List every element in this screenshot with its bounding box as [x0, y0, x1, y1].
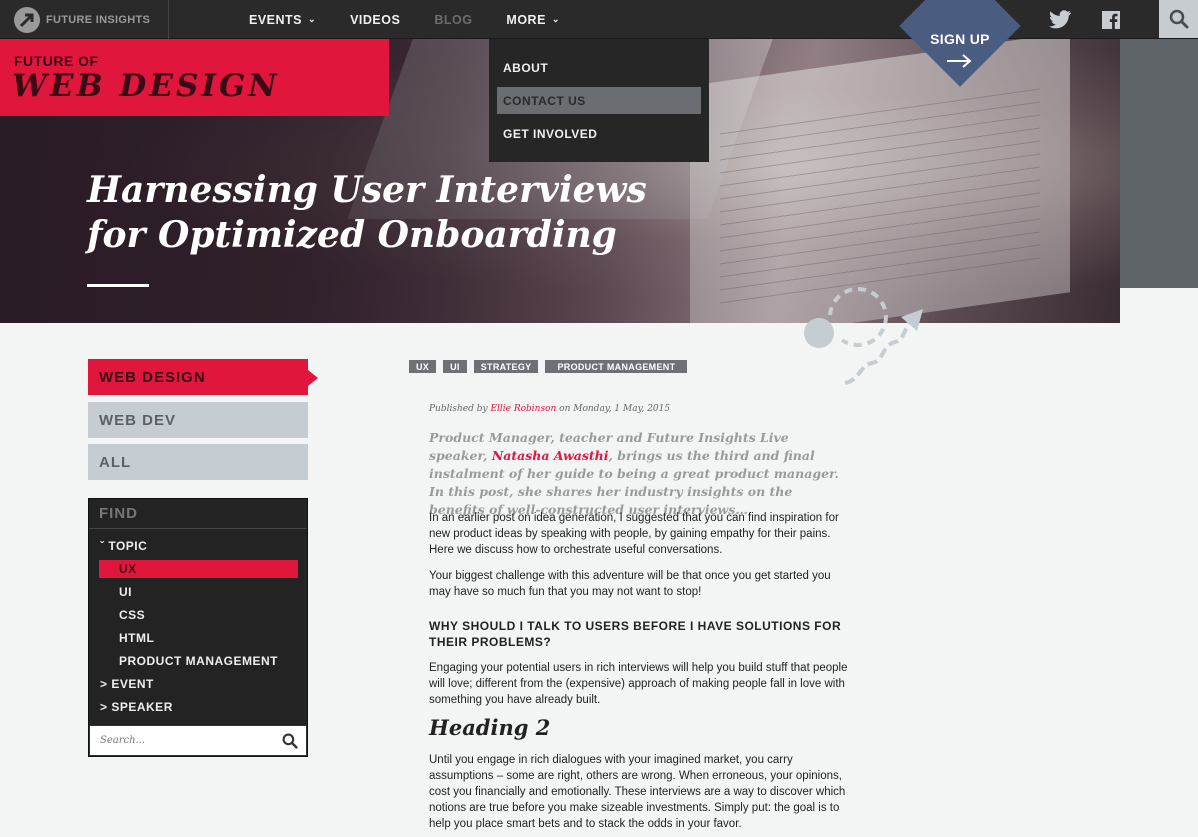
- article-heading-2: Heading 2: [429, 715, 551, 740]
- find-title: FIND: [89, 499, 307, 529]
- meta-prefix: Published by: [429, 404, 491, 414]
- filter-topic-ux[interactable]: UX: [99, 560, 298, 578]
- signup-label[interactable]: SIGN UP: [920, 31, 1000, 47]
- search-icon[interactable]: [1159, 0, 1198, 38]
- section-badge[interactable]: FUTURE OF WEB DESIGN: [0, 39, 389, 116]
- page-title-line-2: for Optimized Onboarding: [87, 214, 617, 256]
- main-nav: EVENTS ⌄ VIDEOS BLOG MORE ⌄: [249, 0, 594, 39]
- nav-blog[interactable]: BLOG: [434, 13, 472, 27]
- nav-blog-label: BLOG: [434, 12, 473, 27]
- article-paragraph: Your biggest challenge with this adventu…: [429, 570, 831, 598]
- title-underline: [87, 284, 149, 287]
- find-panel: FIND ˇ TOPIC UX UI CSS HTML PRODUCT MANA…: [88, 498, 308, 757]
- tag-strategy[interactable]: STRATEGY: [473, 360, 539, 373]
- filter-topic-ui[interactable]: UI: [89, 583, 307, 601]
- find-search-box: [89, 725, 307, 756]
- article-paragraph: Engaging your potential users in rich in…: [429, 662, 848, 706]
- chevron-down-icon: ⌄: [308, 14, 317, 24]
- nav-events-label: EVENTS: [249, 12, 303, 27]
- menu-item-about[interactable]: ABOUT: [497, 54, 701, 81]
- category-web-design[interactable]: WEB DESIGN: [88, 359, 308, 395]
- page-title: Harnessing User Interviews for Optimized…: [87, 168, 647, 258]
- badge-main-text: WEB DESIGN: [12, 68, 280, 104]
- nav-more[interactable]: MORE ⌄: [506, 13, 560, 27]
- category-all[interactable]: ALL: [88, 444, 308, 480]
- filter-topic-product-management[interactable]: PRODUCT MANAGEMENT: [89, 652, 307, 670]
- category-web-dev[interactable]: WEB DEV: [88, 402, 308, 438]
- logo-mark-icon: [14, 6, 40, 33]
- author-link[interactable]: Ellie Robinson: [490, 404, 556, 414]
- top-navigation-bar: FUTURE INSIGHTS EVENTS ⌄ VIDEOS BLOG MOR…: [0, 0, 1198, 39]
- filter-group-topic[interactable]: ˇ TOPIC: [89, 537, 307, 555]
- filter-topic-css[interactable]: CSS: [89, 606, 307, 624]
- facebook-icon[interactable]: [1099, 9, 1123, 31]
- filter-group-speaker[interactable]: > SPEAKER: [89, 698, 307, 716]
- badge-top-text: FUTURE OF: [14, 53, 99, 69]
- article-subheading: WHY SHOULD I TALK TO USERS BEFORE I HAVE…: [429, 619, 842, 649]
- nav-events[interactable]: EVENTS ⌄: [249, 13, 316, 27]
- chevron-down-icon: ⌄: [551, 14, 560, 24]
- article-meta: Published by Ellie Robinson on Monday, 1…: [429, 404, 670, 414]
- logo-text: FUTURE INSIGHTS: [46, 13, 151, 26]
- find-filter-list: ˇ TOPIC UX UI CSS HTML PRODUCT MANAGEMEN…: [89, 529, 307, 716]
- article-intro: Product Manager, teacher and Future Insi…: [429, 429, 849, 519]
- article-paragraph: Until you engage in rich dialogues with …: [429, 754, 846, 830]
- arrow-right-icon: [947, 54, 972, 68]
- menu-item-get-involved[interactable]: GET INVOLVED: [497, 120, 701, 147]
- tag-ui[interactable]: UI: [443, 360, 467, 373]
- find-search-input[interactable]: [100, 735, 270, 746]
- tag-product-management[interactable]: PRODUCT MANAGEMENT: [545, 360, 688, 373]
- article-paragraph: In an earlier post on idea generation, I…: [429, 512, 839, 556]
- meta-date: on Monday, 1 May, 2015: [556, 404, 671, 414]
- article-tags: UX UI STRATEGY PRODUCT MANAGEMENT: [409, 360, 688, 373]
- search-icon[interactable]: [282, 733, 298, 749]
- active-category-pointer: [308, 370, 318, 386]
- growth-doodle-icon: [804, 287, 923, 385]
- menu-item-contact-us[interactable]: CONTACT US: [497, 87, 701, 114]
- logo-divider: [168, 0, 169, 39]
- filter-topic-html[interactable]: HTML: [89, 629, 307, 647]
- nav-more-label: MORE: [506, 12, 546, 27]
- tag-ux[interactable]: UX: [409, 360, 437, 373]
- hero-side-panel: [1120, 39, 1198, 288]
- page-title-line-1: Harnessing User Interviews: [87, 169, 647, 211]
- speaker-link[interactable]: Natasha Awasthi: [492, 448, 609, 463]
- filter-group-event[interactable]: > EVENT: [89, 675, 307, 693]
- twitter-icon[interactable]: [1048, 9, 1072, 31]
- logo[interactable]: FUTURE INSIGHTS: [14, 6, 150, 33]
- more-dropdown-menu: ABOUT CONTACT US GET INVOLVED: [489, 39, 709, 162]
- nav-videos[interactable]: VIDEOS: [350, 13, 400, 27]
- nav-videos-label: VIDEOS: [350, 12, 401, 27]
